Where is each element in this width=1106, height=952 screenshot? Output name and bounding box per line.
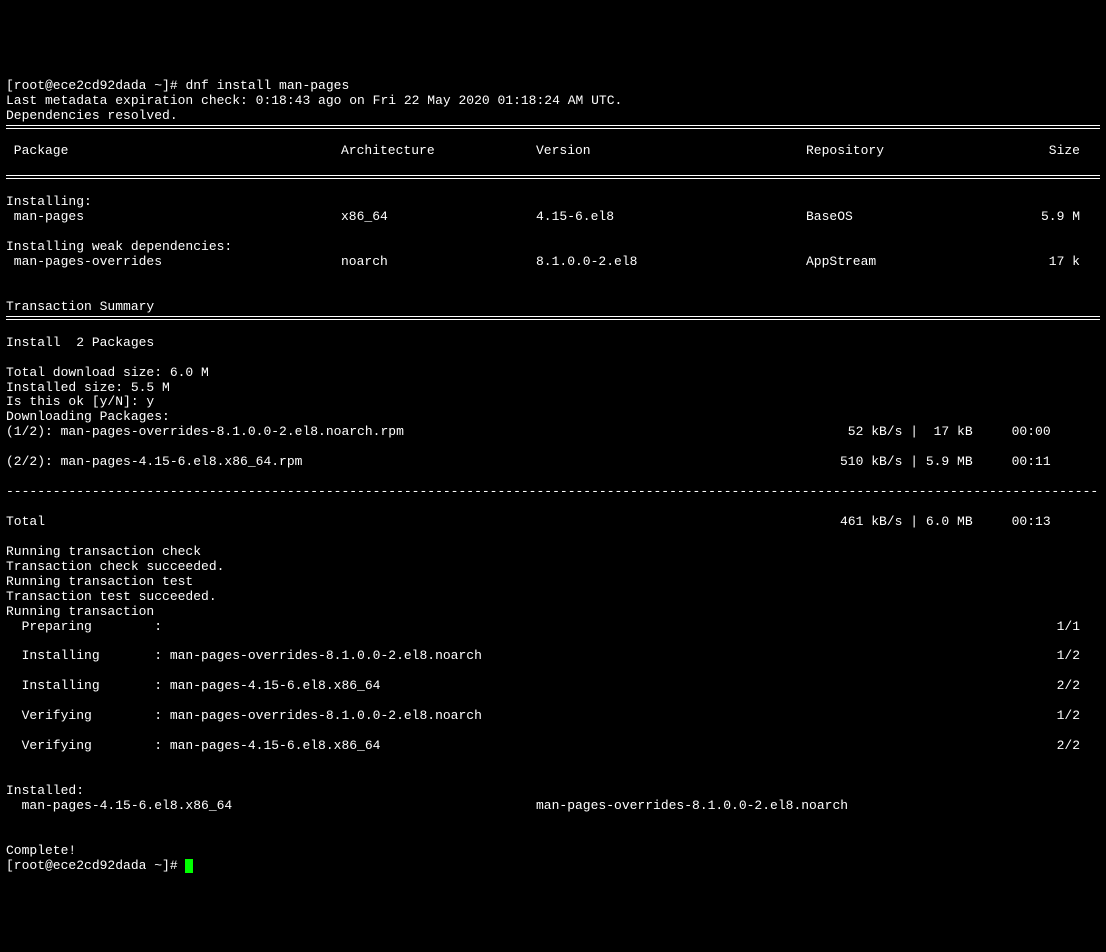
installed-list: man-pages-4.15-6.el8.x86_64man-pages-ove… [6,799,1100,814]
prompt: [root@ece2cd92dada ~]# [6,858,185,873]
txn-step: Installing : man-pages-overrides-8.1.0.0… [6,649,1100,664]
test-succeeded: Transaction test succeeded. [6,589,217,604]
txn-summary: Transaction Summary [6,299,154,314]
txn-step: Verifying : man-pages-4.15-6.el8.x86_642… [6,739,1100,754]
download-row: (2/2): man-pages-4.15-6.el8.x86_64.rpm51… [6,455,1100,470]
install-count: Install 2 Packages [6,335,154,350]
section-weak-deps: Installing weak dependencies: [6,239,232,254]
package-row: man-pagesx86_644.15-6.el8BaseOS5.9 M [6,210,1100,225]
section-installing: Installing: [6,194,92,209]
total-download-size: Total download size: 6.0 M [6,365,209,380]
txn-step: Preparing :1/1 [6,620,1100,635]
txn-step: Installing : man-pages-4.15-6.el8.x86_64… [6,679,1100,694]
check-succeeded: Transaction check succeeded. [6,559,224,574]
rule [6,125,1100,129]
running-test: Running transaction test [6,574,193,589]
deps-resolved: Dependencies resolved. [6,108,178,123]
installed-header: Installed: [6,783,84,798]
rule [6,316,1100,320]
download-row: (1/2): man-pages-overrides-8.1.0.0-2.el8… [6,425,1100,440]
confirm-prompt: Is this ok [y/N]: y [6,394,154,409]
cursor-icon[interactable] [185,859,193,873]
prompt: [root@ece2cd92dada ~]# [6,78,185,93]
table-header: PackageArchitectureVersionRepositorySize [6,144,1100,159]
rule [6,175,1100,179]
download-total: Total461 kB/s | 6.0 MB 00:13 [6,515,1100,530]
installed-size: Installed size: 5.5 M [6,380,170,395]
downloading-header: Downloading Packages: [6,409,170,424]
txn-step: Verifying : man-pages-overrides-8.1.0.0-… [6,709,1100,724]
terminal-output: [root@ece2cd92dada ~]# dnf install man-p… [6,64,1100,874]
command-text: dnf install man-pages [185,78,349,93]
metadata-line: Last metadata expiration check: 0:18:43 … [6,93,622,108]
running-check: Running transaction check [6,544,201,559]
dash-rule: ----------------------------------------… [6,485,1100,500]
complete: Complete! [6,843,76,858]
package-row: man-pages-overridesnoarch8.1.0.0-2.el8Ap… [6,255,1100,270]
